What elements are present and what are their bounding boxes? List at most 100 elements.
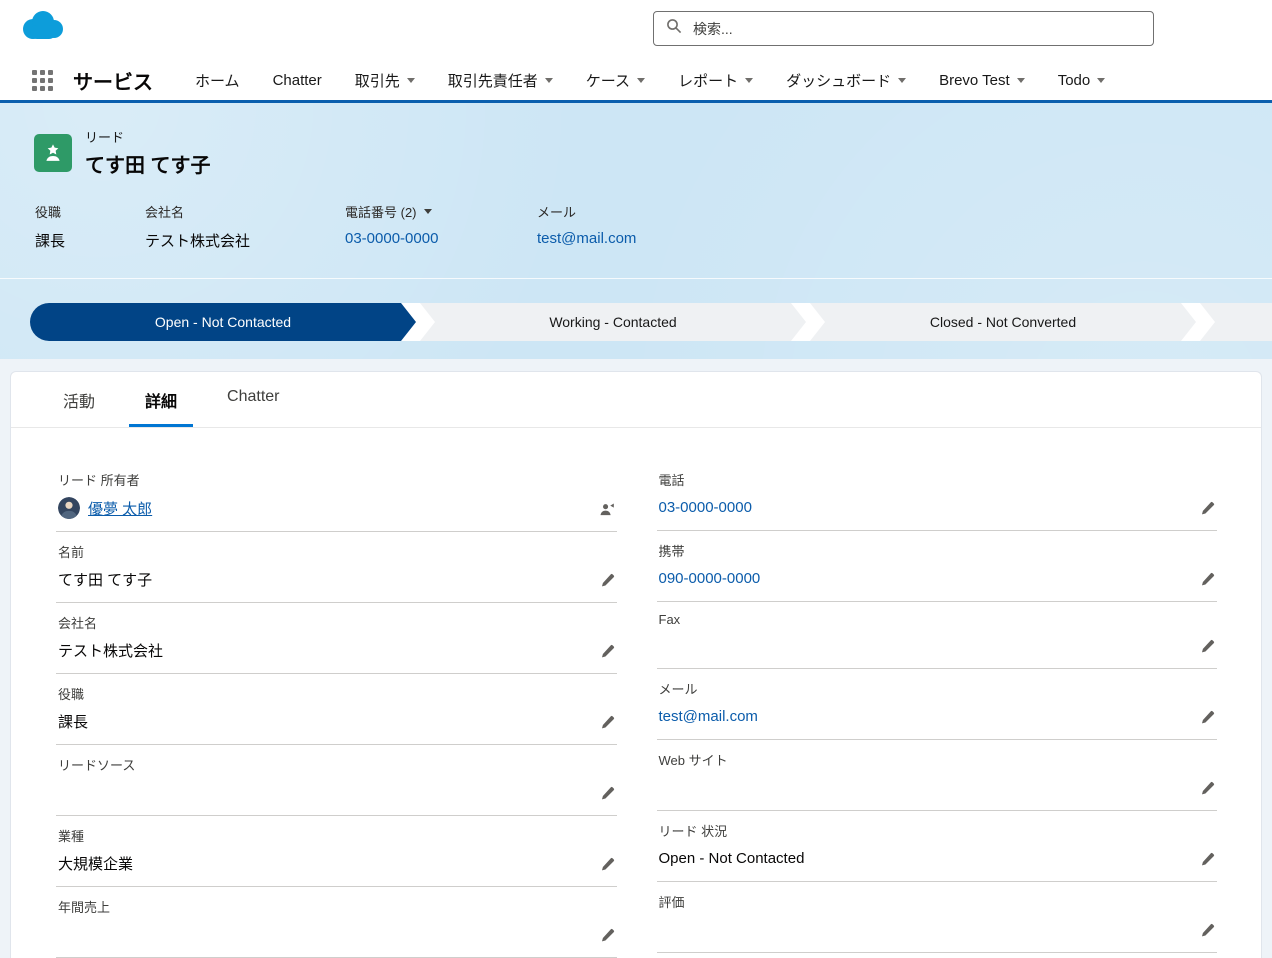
field-label: メール [658,682,698,697]
detail-column-left: リード 所有者 優夢 太郎 名前 てす田 てす子 会社名 テスト株式会社 役職 課長 リードソー… [56,460,617,958]
field-value: test@mail.com [659,706,1184,727]
field-value: 090-0000-0000 [659,568,1184,589]
tab-chatter[interactable]: Chatter [211,372,295,427]
field-label: リード 状況 [658,824,728,839]
field-label-text: 役職 [35,205,62,220]
edit-pencil-icon[interactable] [598,784,617,806]
edit-pencil-icon[interactable] [1198,499,1217,521]
edit-pencil-icon[interactable] [1198,779,1217,801]
field-label: Fax [658,612,681,627]
nav-item-dashboards[interactable]: ダッシュボード [786,70,907,91]
field-value[interactable]: 03-0000-0000 [345,230,537,247]
field-value: 大規模企業 [58,856,134,873]
field-label: リードソース [58,758,136,773]
chevron-down-icon [1097,77,1106,83]
global-search[interactable] [653,11,1154,46]
app-name: サービス [73,71,153,94]
field-value: 03-0000-0000 [659,497,1184,518]
edit-pencil-icon[interactable] [1198,708,1217,730]
field-label-text: 電話番号 (2) [345,205,417,220]
edit-pencil-icon[interactable] [1198,850,1217,872]
record-title-row: リード てす田 てす子 [0,103,1272,182]
nav-item-chatter[interactable]: Chatter [273,72,322,89]
nav-item-label: ホーム [195,72,240,90]
detail-column-right: 電話 03-0000-0000 携帯 090-0000-0000 Fax メール test@… [656,460,1217,958]
edit-pencil-icon[interactable] [598,926,617,948]
owner-avatar [58,497,80,519]
nav-item-todo[interactable]: Todo [1058,72,1106,89]
owner-link[interactable]: 優夢 太郎 [88,498,152,519]
nav-item-label: レポート [678,72,739,90]
field-label: 年間売上 [58,900,111,915]
field-label: 携帯 [658,544,685,559]
field-label-text: 会社名 [145,205,185,220]
detail-field-mobile: 携帯 090-0000-0000 [656,531,1217,602]
search-input[interactable] [691,19,1141,38]
field-label: Web サイト [658,753,728,768]
record-header-band: リード てす田 てす子 役職 課長 会社名 テスト株式会社 電話番号 (2) 03-000… [0,103,1272,359]
field-value: 優夢 太郎 [58,497,583,519]
edit-pencil-icon[interactable] [1198,637,1217,659]
search-icon [666,18,682,39]
launcher-dot [48,69,53,75]
app-launcher-icon[interactable] [28,66,57,95]
path-stage-open-not-contacted[interactable]: Open - Not Contacted [30,303,416,341]
record-title-text: リード てす田 てす子 [85,127,211,178]
chevron-down-icon [406,77,415,83]
nav-items: ホーム Chatter 取引先 取引先責任者 ケース レポート ダッシュボード Brevo T… [195,70,1106,91]
path-stage-next-stage[interactable] [1200,303,1272,341]
nav-item-label: Chatter [272,71,322,89]
path-stage-closed-not-converted[interactable]: Closed - Not Converted [810,303,1196,341]
nav-item-cases[interactable]: ケース [585,70,646,91]
highlight-fields: 役職 課長 会社名 テスト株式会社 電話番号 (2) 03-0000-0000 メール tes… [0,182,1272,278]
nav-item-label: Todo [1057,71,1091,89]
launcher-dot [48,77,53,83]
nav-item-home[interactable]: ホーム [195,70,240,91]
field-value [659,635,1184,656]
nav-item-reports[interactable]: レポート [678,70,754,91]
path-section: Open - Not Contacted Working - Contacted C… [0,279,1272,359]
field-label: 電話 [658,473,685,488]
edit-pencil-icon[interactable] [598,642,617,664]
chevron-down-icon [544,77,553,83]
detail-field-website: Web サイト [656,740,1217,811]
chevron-down-icon[interactable] [423,209,432,214]
salesforce-logo-icon [18,9,66,50]
change-owner-icon[interactable] [596,500,617,522]
detail-field-email: メール test@mail.com [656,669,1217,740]
edit-pencil-icon[interactable] [598,713,617,735]
tab-details[interactable]: 詳細 [129,372,194,427]
edit-pencil-icon[interactable] [598,855,617,877]
nav-item-label: ケース [585,72,631,90]
launcher-dot [40,69,45,75]
record-name: てす田 てす子 [85,155,211,177]
field-value [58,924,583,945]
field-value-link[interactable]: 03-0000-0000 [659,499,752,516]
object-label: リード [85,130,125,145]
edit-pencil-icon[interactable] [1198,570,1217,592]
global-header [0,0,1272,60]
detail-field-rating: 評価 [656,882,1217,953]
path-stage-working-contacted[interactable]: Working - Contacted [420,303,806,341]
detail-field-company: 会社名 テスト株式会社 [56,603,617,674]
field-value-link[interactable]: test@mail.com [659,708,758,725]
edit-pencil-icon[interactable] [598,571,617,593]
edit-pencil-icon[interactable] [1198,921,1217,943]
field-value[interactable]: test@mail.com [537,230,636,247]
field-label: 役職 [35,202,145,221]
nav-item-label: Brevo Test [939,71,1010,89]
nav-item-brevo-test[interactable]: Brevo Test [939,72,1025,89]
detail-field-phone: 電話 03-0000-0000 [656,460,1217,531]
tab-activity[interactable]: 活動 [47,372,111,427]
nav-item-accounts[interactable]: 取引先 [355,70,415,91]
field-value-link[interactable]: 090-0000-0000 [659,570,761,587]
field-label: リード 所有者 [58,473,140,488]
launcher-dot [48,85,53,91]
sales-path: Open - Not Contacted Working - Contacted C… [30,303,1272,341]
highlight-field-phone: 電話番号 (2) 03-0000-0000 [345,202,537,251]
detail-field-lead-owner: リード 所有者優夢 太郎 [56,460,617,532]
record-tabs: 活動 詳細 Chatter [11,372,1261,428]
nav-item-contacts[interactable]: 取引先責任者 [448,70,553,91]
field-label: 評価 [658,895,685,910]
detail-form: リード 所有者 優夢 太郎 名前 てす田 てす子 会社名 テスト株式会社 役職 課長 リードソー… [11,428,1261,958]
